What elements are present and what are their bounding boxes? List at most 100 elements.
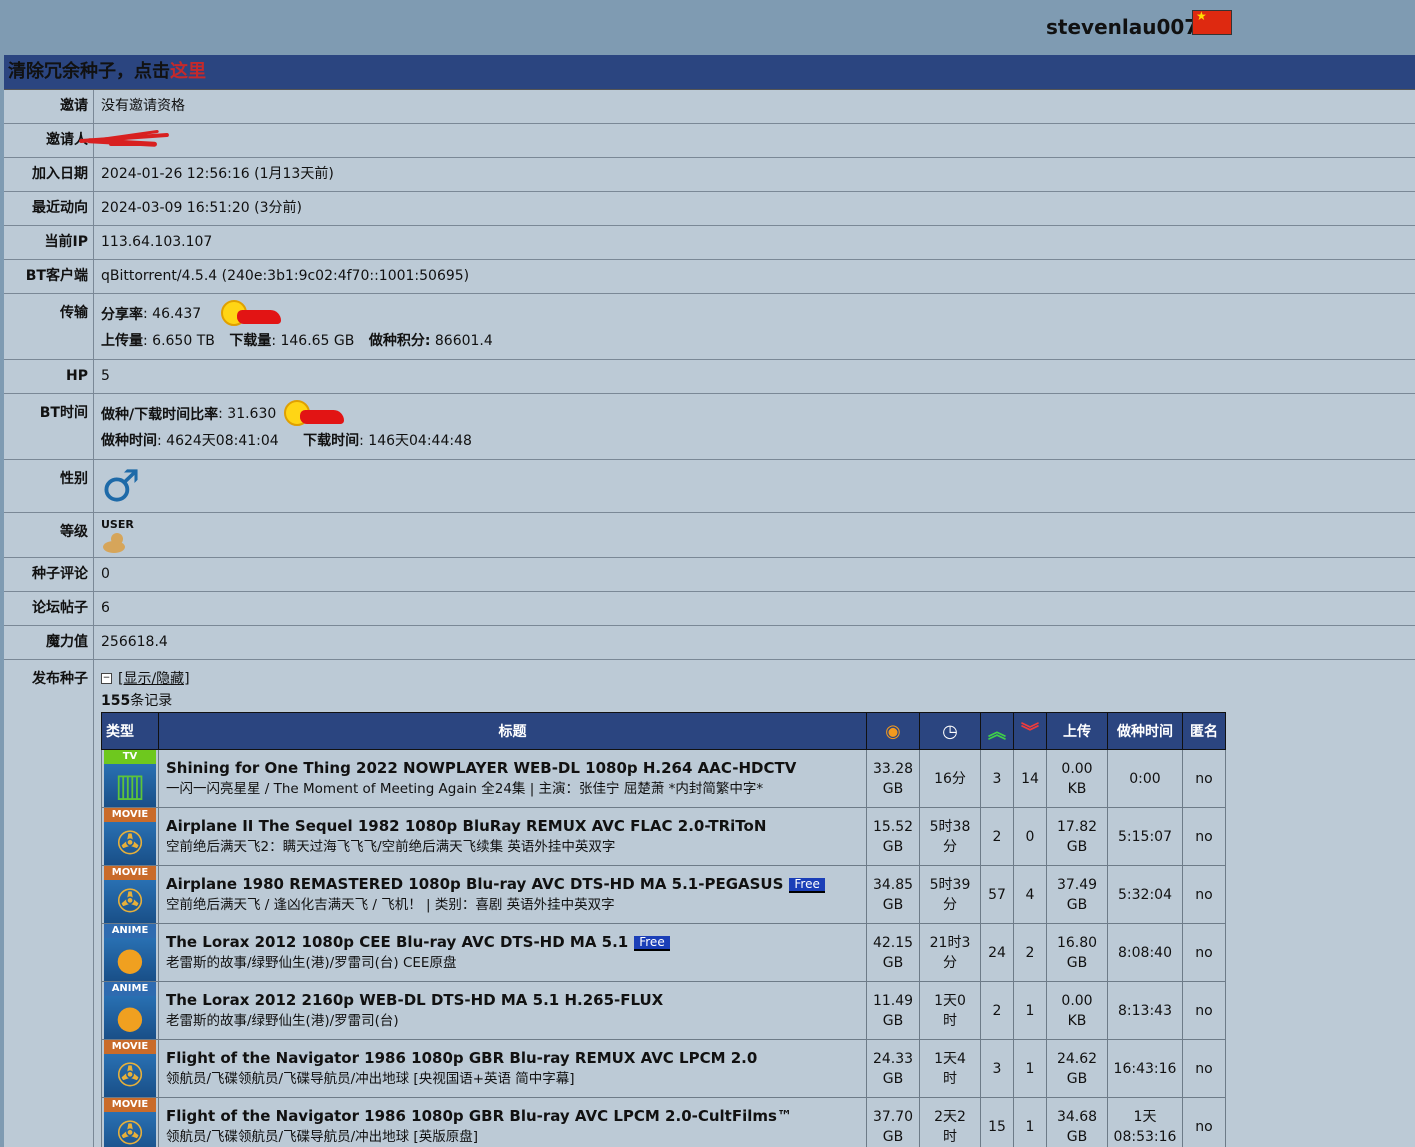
torrent-subtitle: 一闪一闪亮星星 / The Moment of Meeting Again 全2… xyxy=(166,781,764,797)
time-rank-icon xyxy=(284,400,346,428)
seeders-cell[interactable]: 3 xyxy=(980,1039,1014,1098)
title-cell: The Lorax 2012 2160p WEB-DL DTS-HD MA 5.… xyxy=(158,981,867,1040)
col-time[interactable]: ◷ xyxy=(919,712,981,750)
posts-label: 论坛帖子 xyxy=(4,592,94,625)
magic-row: 魔力值 256618.4 xyxy=(4,626,1415,660)
hp-row: HP 5 xyxy=(4,360,1415,394)
torrent-title-link[interactable]: The Lorax 2012 1080p CEE Blu-ray AVC DTS… xyxy=(166,933,628,951)
seed-time-cell: 1天 08:53:16 xyxy=(1107,1097,1183,1147)
join-date-row: 加入日期 2024-01-26 12:56:16 (1月13天前) xyxy=(4,158,1415,192)
col-type[interactable]: 类型 xyxy=(101,712,159,750)
torrent-subtitle: 空前绝后满天飞 / 逢凶化吉满天飞 / 飞机！ | 类别：喜剧 英语外挂中英双字 xyxy=(166,897,615,913)
china-flag-icon: ★ xyxy=(1192,9,1232,35)
redacted-scribble xyxy=(78,129,175,150)
torrent-row: MOVIE ✇ Airplane II The Sequel 1982 1080p … xyxy=(101,807,1226,866)
bonus-label: 做种积分: xyxy=(368,333,431,349)
col-leechers[interactable]: ︾ xyxy=(1013,712,1047,750)
size-cell: 37.70 GB xyxy=(866,1097,920,1147)
torrent-title-link[interactable]: Airplane 1980 REMASTERED 1080p Blu-ray A… xyxy=(166,875,783,893)
join-date-label: 加入日期 xyxy=(4,158,94,191)
seed-time-cell: 16:43:16 xyxy=(1107,1039,1183,1098)
movie-category-icon[interactable]: MOVIE ✇ xyxy=(104,1040,156,1097)
category-cell: MOVIE ✇ xyxy=(101,1097,159,1147)
anon-cell: no xyxy=(1182,749,1226,808)
seeders-cell[interactable]: 3 xyxy=(980,749,1014,808)
leechers-cell[interactable]: 0 xyxy=(1013,807,1047,866)
category-cell: MOVIE ✇ xyxy=(101,865,159,924)
time-cell: 5时38 分 xyxy=(919,807,981,866)
col-seed-time[interactable]: 做种时间 xyxy=(1107,712,1183,750)
size-cell: 15.52 GB xyxy=(866,807,920,866)
torrent-title-link[interactable]: Flight of the Navigator 1986 1080p GBR B… xyxy=(166,1107,792,1125)
torrent-title-link[interactable]: Airplane II The Sequel 1982 1080p BluRay… xyxy=(166,817,766,835)
leechers-cell[interactable]: 4 xyxy=(1013,865,1047,924)
seeders-icon: ︽ xyxy=(988,722,1006,743)
time-cell: 16分 xyxy=(919,749,981,808)
movie-category-icon[interactable]: MOVIE ✇ xyxy=(104,866,156,923)
collapse-icon[interactable]: − xyxy=(101,672,112,684)
posts-value: 6 xyxy=(101,600,110,616)
inviter-value xyxy=(78,124,1415,157)
upload-cell: 0.00 KB xyxy=(1046,981,1108,1040)
seeders-cell[interactable]: 2 xyxy=(980,807,1014,866)
magic-value: 256618.4 xyxy=(101,634,168,650)
ratio-value: : 46.437 xyxy=(143,306,202,322)
leechers-cell[interactable]: 1 xyxy=(1013,1097,1047,1147)
client-label: BT客户端 xyxy=(4,260,94,293)
leechers-cell[interactable]: 2 xyxy=(1013,923,1047,982)
torrent-title-link[interactable]: Shining for One Thing 2022 NOWPLAYER WEB… xyxy=(166,759,796,777)
col-upload[interactable]: 上传 xyxy=(1046,712,1108,750)
uploaded-label: 上传量 xyxy=(101,333,143,349)
username-link[interactable]: stevenlau007 xyxy=(1046,15,1198,39)
invite-value: 没有邀请资格 xyxy=(101,98,185,114)
size-icon: ◉ xyxy=(885,720,901,742)
anime-category-icon[interactable]: ANIME ● xyxy=(104,924,156,981)
seeders-cell[interactable]: 2 xyxy=(980,981,1014,1040)
seeders-cell[interactable]: 15 xyxy=(980,1097,1014,1147)
torrent-subtitle: 老雷斯的故事/绿野仙生(港)/罗雷司(台) CEE原盘 xyxy=(166,955,457,971)
notice-bar: 清除冗余种子，点击这里 xyxy=(4,55,1415,90)
uploads-toggle[interactable]: − [显示/隐藏] xyxy=(101,668,1415,688)
notice-link[interactable]: 这里 xyxy=(170,61,206,82)
category-cell: ANIME ● xyxy=(101,923,159,982)
leechers-cell[interactable]: 1 xyxy=(1013,981,1047,1040)
torrent-subtitle: 领航员/飞碟领航员/飞碟导航员/冲出地球 [央视国语+英语 简中字幕] xyxy=(166,1071,575,1087)
comments-value: 0 xyxy=(101,566,110,582)
col-size[interactable]: ◉ xyxy=(866,712,920,750)
seeders-cell[interactable]: 24 xyxy=(980,923,1014,982)
col-seeders[interactable]: ︽ xyxy=(980,712,1014,750)
client-row: BT客户端 qBittorrent/4.5.4 (240e:3b1:9c02:4… xyxy=(4,260,1415,294)
torrent-row: ANIME ● The Lorax 2012 2160p WEB-DL DTS-HD… xyxy=(101,981,1226,1040)
size-cell: 33.28 GB xyxy=(866,749,920,808)
movie-category-icon[interactable]: MOVIE ✇ xyxy=(104,1098,156,1147)
downloaded-value: : 146.65 GB xyxy=(271,333,355,349)
uploads-label: 发布种子 xyxy=(4,660,94,1147)
notice-text: 清除冗余种子，点击 xyxy=(8,61,170,82)
user-profile-panel: 清除冗余种子，点击这里 邀请 没有邀请资格 邀请人 加入日期 2024-01-2… xyxy=(4,55,1415,1147)
show-hide-link[interactable]: [显示/隐藏] xyxy=(118,668,190,688)
torrent-row: TV ▥ Shining for One Thing 2022 NOWPLAYER … xyxy=(101,749,1226,808)
tv-category-icon[interactable]: TV ▥ xyxy=(104,750,156,807)
seeders-cell[interactable]: 57 xyxy=(980,865,1014,924)
torrent-row: MOVIE ✇ Flight of the Navigator 1986 1080p… xyxy=(101,1039,1226,1098)
category-cell: ANIME ● xyxy=(101,981,159,1040)
anime-category-icon[interactable]: ANIME ● xyxy=(104,982,156,1039)
title-cell: Shining for One Thing 2022 NOWPLAYER WEB… xyxy=(158,749,867,808)
title-cell: Airplane II The Sequel 1982 1080p BluRay… xyxy=(158,807,867,866)
col-anon[interactable]: 匿名 xyxy=(1182,712,1226,750)
transfer-label: 传输 xyxy=(4,294,94,359)
client-value: qBittorrent/4.5.4 (240e:3b1:9c02:4f70::1… xyxy=(101,268,470,284)
col-title[interactable]: 标题 xyxy=(158,712,867,750)
last-action-value: 2024-03-09 16:51:20 (3分前) xyxy=(101,200,302,216)
torrent-title-link[interactable]: Flight of the Navigator 1986 1080p GBR B… xyxy=(166,1049,757,1067)
torrent-title-link[interactable]: The Lorax 2012 2160p WEB-DL DTS-HD MA 5.… xyxy=(166,991,663,1009)
gender-label: 性别 xyxy=(4,460,94,512)
leechers-cell[interactable]: 1 xyxy=(1013,1039,1047,1098)
leechers-cell[interactable]: 14 xyxy=(1013,749,1047,808)
join-date-value: 2024-01-26 12:56:16 (1月13天前) xyxy=(101,166,334,182)
hp-value: 5 xyxy=(101,368,110,384)
free-badge: Free xyxy=(634,935,670,951)
movie-category-icon[interactable]: MOVIE ✇ xyxy=(104,808,156,865)
leech-time-label: 下载时间 xyxy=(303,433,360,449)
inviter-row: 邀请人 xyxy=(4,124,1415,158)
